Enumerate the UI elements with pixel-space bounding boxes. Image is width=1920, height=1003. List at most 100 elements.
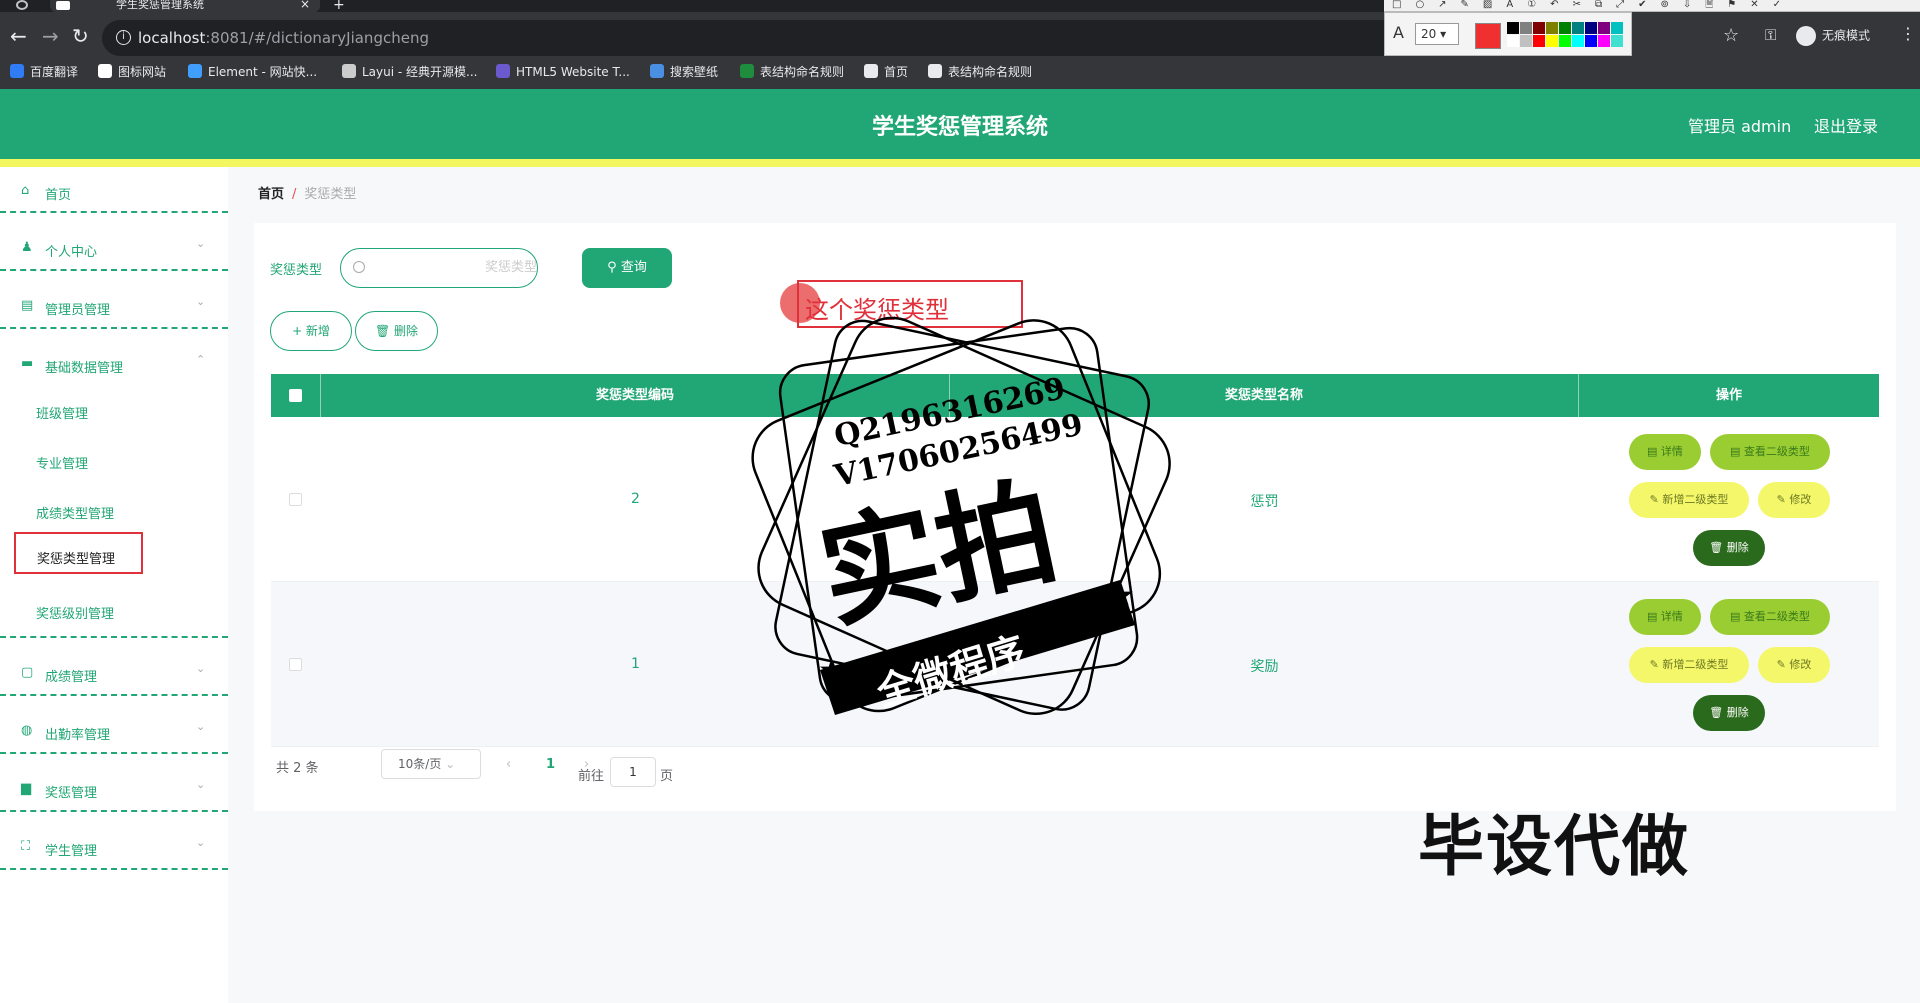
font-size-value: 20 [1421, 27, 1437, 41]
sidebar-item-label: 个人中心 [45, 245, 98, 260]
sidebar-subitem-score-type[interactable]: 成绩类型管理 [36, 503, 114, 522]
color-swatch[interactable] [1507, 35, 1519, 47]
view-second-level-button[interactable]: ▤ 查看二级类型 [1710, 434, 1830, 470]
row-checkbox[interactable] [289, 493, 302, 506]
page-number[interactable]: 1 [546, 757, 555, 772]
bookmark-favicon-icon [188, 64, 202, 78]
tab-close-icon[interactable]: × [300, 0, 310, 10]
color-swatch[interactable] [1611, 22, 1623, 34]
bookmark-item[interactable]: 搜索壁纸 [650, 63, 718, 81]
bookmark-item[interactable]: 百度翻译 [10, 63, 78, 81]
delete-button[interactable]: 🗑 删除 [355, 311, 438, 351]
edit-button[interactable]: ✎ 修改 [1758, 482, 1830, 518]
bookmark-item[interactable]: Element - 网站快... [188, 63, 317, 81]
sidebar-item-label: 管理员管理 [45, 303, 111, 318]
column-header: 操作 [1715, 388, 1742, 403]
color-swatch[interactable] [1585, 35, 1597, 47]
detail-button[interactable]: ▤ 详情 [1629, 434, 1701, 470]
color-swatch[interactable] [1507, 22, 1519, 34]
color-swatch[interactable] [1572, 35, 1584, 47]
color-swatch[interactable] [1611, 35, 1623, 47]
color-swatch[interactable] [1559, 22, 1571, 34]
app-title: 学生奖惩管理系统 [871, 115, 1048, 140]
bookmark-label: 表结构命名规则 [760, 65, 845, 79]
select-all-cell [271, 374, 321, 417]
color-swatch[interactable] [1598, 35, 1610, 47]
incognito-label: 无痕模式 [1822, 28, 1871, 43]
sidebar-item-label: 首页 [45, 188, 72, 203]
add-button[interactable]: + 新增 [270, 311, 352, 351]
color-swatch[interactable] [1598, 22, 1610, 34]
sidebar-subitem-class[interactable]: 班级管理 [36, 403, 88, 422]
bookmark-item[interactable]: 首页 [864, 63, 908, 81]
browser-tab[interactable]: 学生奖惩管理系统 × [50, 0, 320, 12]
row-delete-button[interactable]: 🗑 删除 [1693, 530, 1765, 566]
color-swatch[interactable] [1520, 22, 1532, 34]
detail-button[interactable]: ▤ 详情 [1629, 599, 1701, 635]
color-swatch[interactable] [1533, 22, 1545, 34]
color-swatch[interactable] [1546, 35, 1558, 47]
bookmark-favicon-icon [342, 64, 356, 78]
font-size-select[interactable]: 20 ▾ [1415, 23, 1459, 45]
chevron-down-icon: ▾ [1440, 27, 1447, 41]
breadcrumb-current: 奖惩类型 [304, 187, 357, 202]
chevron-down-icon: ⌄ [196, 720, 206, 733]
url-input[interactable]: i localhost:8081/#/dictionaryJiangcheng [102, 20, 1404, 56]
message-icon: ▬ [21, 356, 34, 371]
row-checkbox[interactable] [289, 658, 302, 671]
sidebar-divider [0, 327, 228, 329]
breadcrumb-home[interactable]: 首页 [258, 187, 284, 202]
browser-menu-icon[interactable] [16, 0, 28, 10]
logout-link[interactable]: 退出登录 [1814, 113, 1878, 137]
current-color-swatch[interactable] [1475, 23, 1501, 49]
bookmark-label: HTML5 Website T... [516, 65, 630, 79]
page-size-select[interactable]: 10条/页 ⌄ [381, 749, 481, 779]
color-swatch[interactable] [1572, 22, 1584, 34]
sidebar-subitem-major[interactable]: 专业管理 [36, 453, 88, 472]
sidebar-subitem-reward-level[interactable]: 奖惩级别管理 [36, 603, 114, 622]
admin-label: 管理员 admin [1688, 117, 1792, 136]
incognito-indicator[interactable]: 无痕模式 [1796, 26, 1870, 46]
bookmark-item[interactable]: Layui - 经典开源模... [342, 63, 477, 81]
color-swatch[interactable] [1533, 35, 1545, 47]
color-swatch[interactable] [1585, 22, 1597, 34]
browser-more-icon[interactable]: ⋮ [1900, 24, 1916, 43]
bookmarks-bar: 百度翻译 图标网站 Element - 网站快... Layui - 经典开源模...… [0, 56, 1920, 89]
chevron-down-icon: ⌄ [196, 662, 206, 675]
bookmark-item[interactable]: 图标网站 [98, 63, 166, 81]
add-second-level-button[interactable]: ✎ 新增二级类型 [1629, 482, 1749, 518]
bookmark-favicon-icon [740, 64, 754, 78]
edit-button[interactable]: ✎ 修改 [1758, 647, 1830, 683]
reload-icon[interactable]: ↻ [72, 26, 89, 46]
color-swatch[interactable] [1559, 35, 1571, 47]
prev-page-icon[interactable]: ‹ [506, 757, 511, 772]
sidebar-subitem-reward-type[interactable]: 奖惩类型管理 [14, 532, 143, 574]
tab-favicon-icon [56, 1, 70, 10]
query-button[interactable]: ⚲ 查询 [582, 248, 672, 288]
search-input[interactable]: 奖惩类型 [340, 248, 538, 288]
row-delete-button[interactable]: 🗑 删除 [1693, 695, 1765, 731]
sidebar-divider [0, 868, 228, 870]
bookmark-item[interactable]: 表结构命名规则 [928, 63, 1032, 81]
bookmark-favicon-icon [928, 64, 942, 78]
chevron-up-icon: ⌃ [196, 353, 206, 366]
draw-tools-row[interactable]: □○↗✎▨A①↶✂⧉⤢✔⊚⇩🗎⚑✕✓ [1384, 0, 1920, 12]
goto-page-input[interactable]: 1 [610, 757, 656, 787]
bookmark-item[interactable]: HTML5 Website T... [496, 63, 630, 81]
bookmark-item[interactable]: 表结构命名规则 [740, 63, 844, 81]
sidebar-item-basic-data[interactable]: ▬ 基础数据管理 ⌃ [0, 340, 228, 392]
home-icon: ⌂ [21, 183, 30, 198]
back-icon[interactable]: ← [10, 26, 27, 46]
app-header: 学生奖惩管理系统 管理员 admin 退出登录 [0, 89, 1920, 159]
view-second-level-button[interactable]: ▤ 查看二级类型 [1710, 599, 1830, 635]
add-second-level-button[interactable]: ✎ 新增二级类型 [1629, 647, 1749, 683]
color-swatch[interactable] [1546, 22, 1558, 34]
forward-icon[interactable]: → [42, 26, 59, 46]
goto-suffix-label: 页 [660, 769, 674, 784]
site-info-icon[interactable]: i [116, 30, 131, 45]
bookmark-star-icon[interactable]: ☆ [1723, 25, 1739, 46]
password-key-icon[interactable]: ⚿ [1765, 26, 1776, 44]
chevron-down-icon: ⌄ [196, 778, 206, 791]
color-swatch[interactable] [1520, 35, 1532, 47]
select-all-checkbox[interactable] [289, 389, 302, 402]
